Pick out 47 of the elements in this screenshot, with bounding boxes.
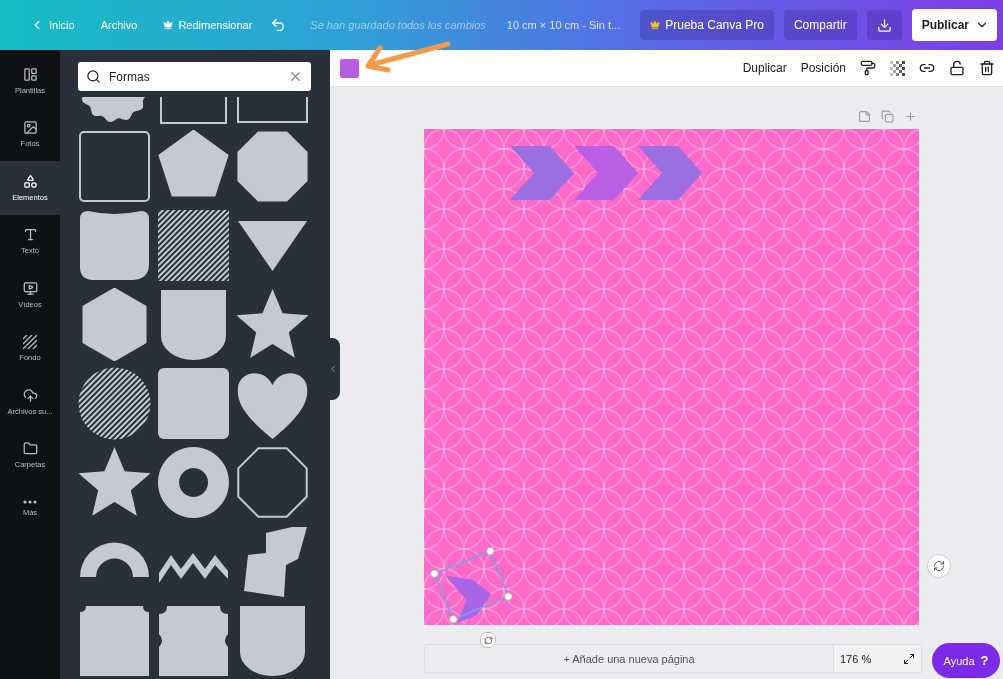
pro-trial-button[interactable]: Prueba Canva Pro bbox=[640, 10, 774, 40]
hatch-icon bbox=[23, 334, 37, 349]
octagon-frame-shape[interactable] bbox=[236, 446, 309, 519]
tag-shape[interactable] bbox=[78, 209, 151, 282]
search-field[interactable]: Formas bbox=[109, 69, 280, 84]
zoom-level[interactable]: 176 % bbox=[840, 652, 872, 665]
star-shape[interactable] bbox=[236, 288, 309, 361]
share-button[interactable]: Compartir bbox=[783, 10, 857, 40]
rotate-handle[interactable] bbox=[480, 632, 496, 648]
rounded-square-shape[interactable] bbox=[157, 367, 230, 440]
hatched-square-shape[interactable] bbox=[157, 209, 230, 282]
sidebar-icon bbox=[22, 280, 38, 296]
paint-roller-icon[interactable] bbox=[860, 60, 876, 76]
crown-icon bbox=[163, 20, 174, 30]
sidebar-icon bbox=[22, 173, 38, 189]
unlock-icon[interactable] bbox=[949, 60, 965, 76]
hatched-circle-shape[interactable] bbox=[78, 367, 151, 440]
publish-button[interactable]: Publicar bbox=[911, 9, 997, 41]
undo-icon[interactable] bbox=[270, 17, 287, 33]
add-page-button[interactable]: + Añade una nueva página bbox=[424, 644, 834, 673]
download-button[interactable] bbox=[866, 10, 902, 40]
ring-shape[interactable] bbox=[157, 446, 230, 519]
trash-icon[interactable] bbox=[979, 60, 995, 76]
star-shape[interactable] bbox=[78, 446, 151, 519]
fullscreen-icon[interactable] bbox=[903, 652, 915, 665]
sidebar-icon bbox=[22, 387, 38, 403]
sidebar-icon bbox=[22, 66, 38, 82]
search-bar[interactable]: Formas bbox=[78, 62, 311, 91]
sidebar-icon bbox=[23, 500, 37, 505]
rounded-frame-shape[interactable] bbox=[78, 130, 151, 203]
ticket-shape[interactable] bbox=[78, 604, 151, 677]
help-button[interactable]: Ayuda ? bbox=[932, 643, 1000, 678]
badge-shape[interactable] bbox=[157, 604, 230, 677]
rotate-icon[interactable] bbox=[927, 554, 951, 578]
toolbar-button[interactable]: Duplicar bbox=[742, 61, 787, 75]
search-icon bbox=[86, 69, 101, 84]
sidebar-icon bbox=[22, 120, 38, 136]
sidebar-icon bbox=[22, 441, 38, 457]
crown-icon bbox=[650, 20, 661, 30]
download-icon bbox=[876, 17, 892, 33]
save-status: Se han guardado todos los cambios bbox=[310, 19, 486, 31]
clear-icon[interactable] bbox=[288, 69, 303, 84]
color-swatch[interactable] bbox=[340, 58, 359, 78]
transparency-icon[interactable] bbox=[890, 60, 905, 76]
toolbar-button[interactable]: Posición bbox=[800, 61, 846, 75]
sidebar-icon bbox=[22, 227, 38, 243]
octagon-shape[interactable] bbox=[236, 130, 309, 203]
